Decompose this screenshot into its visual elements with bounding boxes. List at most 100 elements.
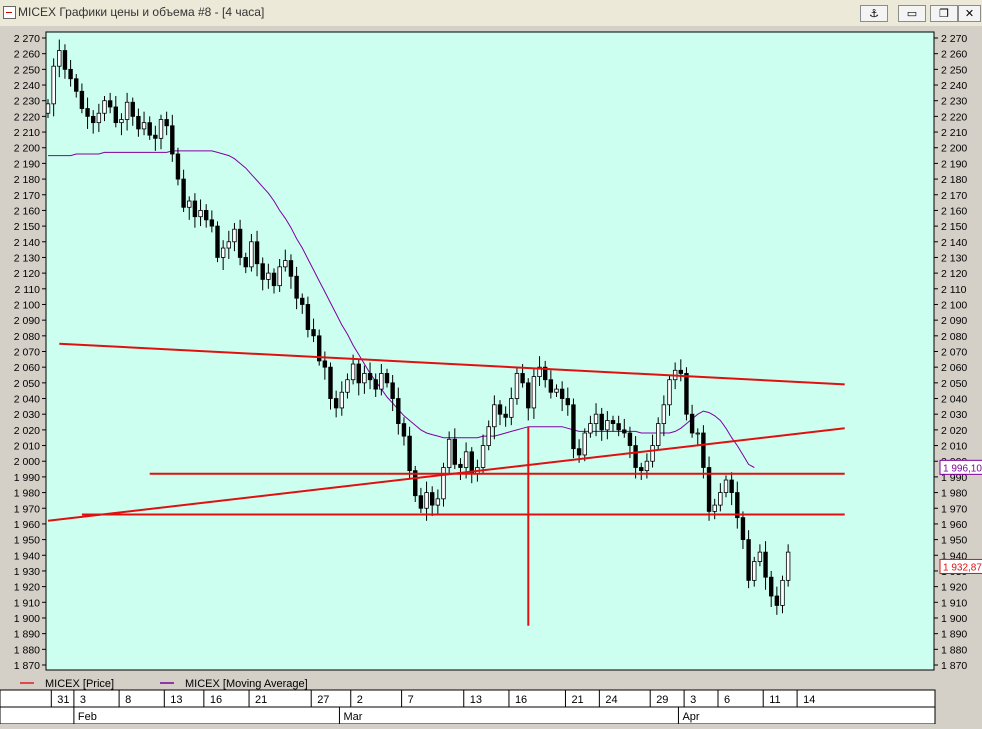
y-tick-label-left: 2 180 [14, 174, 40, 186]
y-tick-label-left: 1 940 [14, 550, 40, 562]
x-day-label: 16 [515, 694, 527, 706]
y-tick-label-left: 2 200 [14, 143, 40, 155]
window-title: MICEX Графики цены и объема #8 - [4 часа… [18, 5, 265, 19]
window-titlebar: MICEX Графики цены и объема #8 - [4 часа… [0, 0, 982, 27]
y-tick-label-left: 2 170 [14, 190, 40, 202]
x-day-label: 24 [605, 694, 617, 706]
y-tick-label-left: 2 060 [14, 362, 40, 374]
x-day-label: 11 [769, 694, 780, 706]
y-tick-label-right: 1 890 [941, 629, 967, 641]
y-tick-label-right: 2 010 [941, 441, 967, 453]
restore-button[interactable]: ❐ [930, 5, 958, 22]
y-tick-label-left: 2 120 [14, 268, 40, 280]
svg-text:1 932,87: 1 932,87 [943, 562, 982, 573]
y-tick-label-left: 1 970 [14, 503, 40, 515]
y-tick-label-right: 1 970 [941, 503, 967, 515]
x-day-label: 16 [210, 694, 222, 706]
x-day-label: 29 [656, 694, 668, 706]
y-tick-label-left: 1 900 [14, 613, 40, 625]
y-tick-label-right: 2 250 [941, 64, 967, 76]
y-tick-label-right: 2 160 [941, 205, 967, 217]
y-tick-label-left: 1 870 [14, 660, 40, 672]
legend-strip [0, 674, 982, 690]
minimize-button[interactable]: ▭ [898, 5, 926, 22]
x-day-label: 3 [80, 694, 86, 706]
svg-text:1 996,10: 1 996,10 [943, 463, 982, 474]
x-day-label: 31 [57, 694, 69, 706]
y-tick-label-right: 2 150 [941, 221, 967, 233]
y-tick-label-left: 1 920 [14, 582, 40, 594]
svg-text:MICEX [Moving Average]: MICEX [Moving Average] [185, 678, 308, 690]
x-day-label: 3 [690, 694, 696, 706]
y-tick-label-left: 2 190 [14, 158, 40, 170]
plot-area [45, 31, 935, 671]
y-tick-label-right: 1 950 [941, 535, 967, 547]
y-tick-label-right: 2 180 [941, 174, 967, 186]
y-tick-label-right: 2 140 [941, 237, 967, 249]
x-day-label: 21 [255, 694, 267, 706]
price-chart[interactable]: 2 270 2 260 2 250 2 240 2 230 2 220 2 210 2 200… [0, 26, 982, 725]
y-tick-label-left: 2 240 [14, 80, 40, 92]
x-day-label: 6 [724, 694, 730, 706]
y-tick-label-right: 2 230 [941, 96, 967, 108]
y-tick-label-right: 2 120 [941, 268, 967, 280]
y-tick-label-left: 2 000 [14, 456, 40, 468]
y-tick-label-left: 2 020 [14, 425, 40, 437]
y-tick-label-left: 2 220 [14, 111, 40, 123]
y-tick-label-right: 2 130 [941, 252, 967, 264]
anchor-button[interactable]: ⚓ [860, 5, 888, 22]
y-tick-label-left: 2 140 [14, 237, 40, 249]
y-tick-label-left: 2 030 [14, 409, 40, 421]
y-tick-label-right: 2 030 [941, 409, 967, 421]
y-tick-label-left: 2 230 [14, 96, 40, 108]
y-tick-label-right: 2 020 [941, 425, 967, 437]
y-tick-label-left: 2 110 [15, 284, 41, 296]
chart-area[interactable]: 2 270 2 260 2 250 2 240 2 230 2 220 2 210 2 200… [0, 26, 982, 725]
y-tick-label-right: 1 960 [941, 519, 967, 531]
y-tick-label-right: 2 260 [941, 49, 967, 61]
y-tick-label-right: 2 210 [941, 127, 967, 139]
x-day-label: 2 [357, 694, 363, 706]
x-day-label: 27 [317, 694, 329, 706]
x-day-label: 13 [470, 694, 482, 706]
y-tick-label-left: 2 100 [14, 299, 40, 311]
x-month-label: Apr [682, 711, 699, 723]
y-tick-label-right: 2 200 [941, 143, 967, 155]
x-day-label: 13 [170, 694, 182, 706]
y-tick-label-right: 2 220 [941, 111, 967, 123]
y-tick-label-right: 2 080 [941, 331, 967, 343]
x-day-label: 21 [571, 694, 583, 706]
price-value-label: 1 932,87 [939, 558, 982, 574]
close-button[interactable]: ✕ [958, 5, 981, 22]
y-tick-label-left: 2 250 [14, 64, 40, 76]
y-tick-label-right: 2 190 [941, 158, 967, 170]
x-month-label: Feb [78, 711, 97, 723]
y-tick-label-left: 2 090 [14, 315, 40, 327]
y-tick-label-right: 2 040 [941, 394, 967, 406]
y-tick-label-right: 1 870 [941, 660, 967, 672]
y-tick-label-left: 2 160 [14, 205, 40, 217]
x-month-label: Mar [343, 711, 362, 723]
y-tick-label-right: 2 240 [941, 80, 967, 92]
x-day-label: 8 [125, 694, 131, 706]
y-tick-label-right: 2 110 [941, 284, 967, 296]
y-tick-label-left: 2 130 [14, 252, 40, 264]
y-tick-label-left: 1 930 [14, 566, 40, 578]
y-tick-label-left: 1 880 [14, 644, 40, 656]
y-tick-label-left: 2 050 [14, 378, 40, 390]
y-tick-label-left: 1 890 [14, 629, 40, 641]
y-tick-label-left: 2 150 [14, 221, 40, 233]
y-tick-label-left: 1 960 [14, 519, 40, 531]
y-tick-label-right: 1 880 [941, 644, 967, 656]
y-tick-label-right: 1 900 [941, 613, 967, 625]
y-tick-label-right: 1 910 [941, 597, 967, 609]
y-tick-label-left: 1 980 [14, 488, 40, 500]
y-tick-label-left: 2 040 [14, 394, 40, 406]
y-tick-label-right: 2 060 [941, 362, 967, 374]
y-tick-label-right: 2 270 [941, 33, 967, 45]
y-tick-label-left: 1 990 [14, 472, 40, 484]
y-tick-label-right: 1 920 [941, 582, 967, 594]
y-tick-label-left: 2 270 [14, 33, 40, 45]
y-tick-label-right: 2 170 [941, 190, 967, 202]
y-tick-label-left: 2 070 [14, 347, 40, 359]
